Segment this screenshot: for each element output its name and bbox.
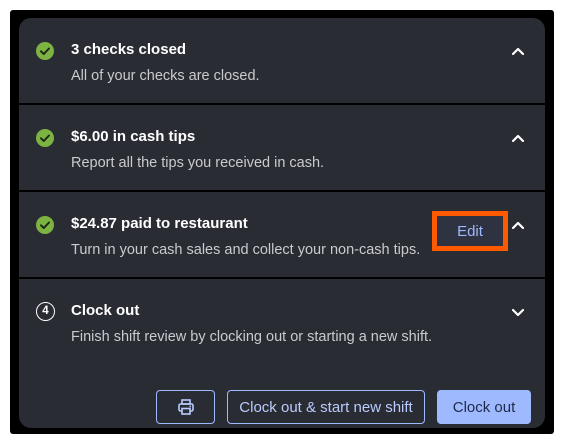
check-circle-icon (36, 42, 54, 60)
section-cash-tips[interactable]: $6.00 in cash tips Report all the tips y… (19, 105, 545, 190)
step-number-badge: 4 (36, 302, 55, 321)
section-clock-out[interactable]: 4 Clock out Finish shift review by clock… (19, 279, 545, 428)
section-title: $24.87 paid to restaurant (71, 215, 248, 232)
chevron-up-icon[interactable] (509, 129, 527, 147)
section-checks-closed[interactable]: 3 checks closed All of your checks are c… (19, 18, 545, 103)
window-frame: 3 checks closed All of your checks are c… (10, 10, 554, 434)
shift-review-panel: 3 checks closed All of your checks are c… (19, 18, 545, 428)
clock-out-start-new-shift-button[interactable]: Clock out & start new shift (227, 390, 425, 424)
section-title: 3 checks closed (71, 41, 187, 58)
section-paid-to-restaurant[interactable]: $24.87 paid to restaurant Turn in your c… (19, 192, 545, 277)
section-description: Turn in your cash sales and collect your… (71, 242, 421, 258)
section-title: $6.00 in cash tips (71, 128, 196, 145)
printer-icon (177, 399, 194, 415)
section-title: Clock out (71, 302, 140, 319)
clock-out-button[interactable]: Clock out (437, 390, 531, 424)
edit-button[interactable]: Edit (437, 216, 503, 246)
print-button[interactable] (156, 390, 215, 424)
chevron-down-icon[interactable] (509, 303, 527, 321)
section-description: Report all the tips you received in cash… (71, 155, 325, 171)
chevron-up-icon[interactable] (509, 216, 527, 234)
section-description: Finish shift review by clocking out or s… (71, 329, 433, 345)
check-circle-icon (36, 129, 54, 147)
chevron-up-icon[interactable] (509, 42, 527, 60)
check-circle-icon (36, 216, 54, 234)
section-description: All of your checks are closed. (71, 68, 260, 84)
